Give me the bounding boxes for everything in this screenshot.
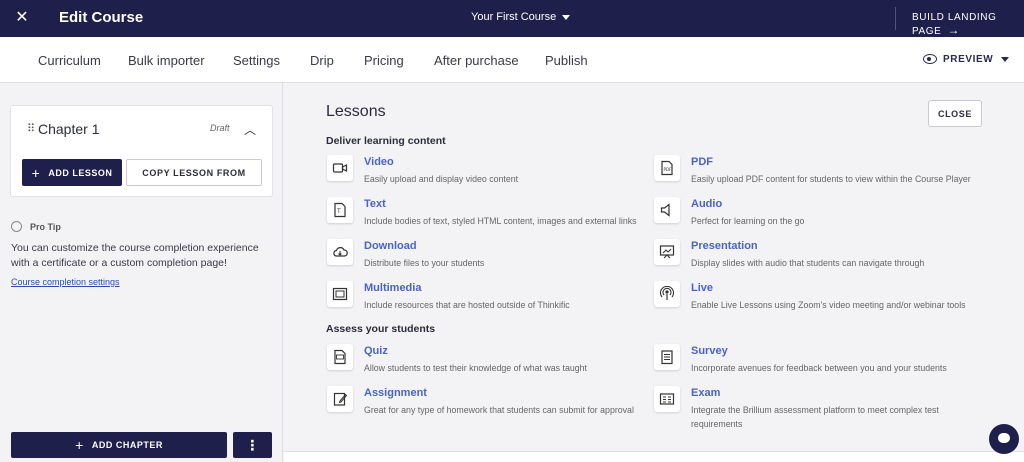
lesson-type-desc: Enable Live Lessons using Zoom's video m… [691, 300, 966, 310]
lesson-type-live[interactable]: Live [691, 282, 713, 294]
close-button[interactable]: CLOSE [928, 100, 982, 127]
svg-text:PDF: PDF [664, 167, 672, 172]
lesson-type-text[interactable]: Text [364, 198, 386, 210]
plus-icon: + [31, 164, 41, 181]
chapter-title[interactable]: Chapter 1 [38, 121, 99, 137]
top-bar: ✕ Edit Course Your First Course BUILD LA… [0, 0, 1024, 37]
lesson-type-desc: Great for any type of homework that stud… [364, 405, 634, 415]
svg-text:T: T [336, 208, 341, 215]
divider [895, 7, 896, 30]
close-label: CLOSE [937, 108, 972, 119]
preview-button[interactable]: PREVIEW [923, 54, 1010, 65]
section-assess-title: Assess your students [326, 323, 436, 335]
download-icon[interactable] [327, 239, 353, 265]
text-icon[interactable]: T [327, 197, 353, 223]
tab-pricing[interactable]: Pricing [364, 53, 404, 68]
footer-strip [284, 451, 1024, 462]
build-landing-page-button[interactable]: BUILD LANDING PAGE → [912, 12, 1024, 37]
video-icon[interactable] [327, 155, 353, 181]
chevron-up-icon[interactable]: ︿ [244, 121, 256, 138]
tab-curriculum[interactable]: Curriculum [38, 53, 101, 68]
lesson-type-video[interactable]: Video [364, 156, 394, 168]
protip-text: You can customize the course completion … [11, 242, 259, 269]
chat-bubble-icon[interactable] [989, 424, 1019, 454]
quiz-icon[interactable] [327, 344, 353, 370]
add-chapter-label: ADD CHAPTER [91, 440, 163, 450]
lesson-type-multimedia[interactable]: Multimedia [364, 282, 421, 294]
copy-lesson-label: COPY LESSON FROM [142, 167, 246, 178]
plus-icon: + [75, 437, 84, 453]
tab-after-purchase[interactable]: After purchase [434, 53, 519, 68]
more-vertical-icon: ⋮ [245, 436, 260, 453]
lesson-type-assignment[interactable]: Assignment [364, 387, 427, 399]
tab-drip[interactable]: Drip [310, 53, 334, 68]
lesson-type-desc: Easily upload PDF content for students t… [691, 174, 971, 184]
lesson-type-survey[interactable]: Survey [691, 345, 728, 357]
lessons-heading: Lessons [326, 103, 386, 120]
course-completion-settings-link[interactable]: Course completion settings [11, 277, 120, 287]
caret-down-icon [1001, 56, 1010, 62]
add-chapter-button[interactable]: + ADD CHAPTER [11, 432, 227, 458]
tab-settings[interactable]: Settings [233, 53, 280, 68]
arrow-right-icon: → [947, 23, 961, 37]
lesson-type-desc: Easily upload and display video content [364, 174, 519, 184]
page-title: Edit Course [59, 9, 144, 26]
copy-lesson-button[interactable]: COPY LESSON FROM [126, 159, 262, 186]
lesson-type-exam[interactable]: Exam [691, 387, 720, 399]
course-nav: Curriculum Bulk importer Settings Drip P… [0, 37, 1024, 83]
lesson-type-desc: Integrate the Brillium assessment platfo… [691, 405, 939, 429]
course-name: Your First Course [471, 11, 557, 23]
lesson-type-desc: Perfect for learning on the go [691, 216, 805, 226]
protip-label: Pro Tip [30, 222, 61, 232]
lesson-type-audio[interactable]: Audio [691, 198, 722, 210]
exam-icon[interactable] [654, 386, 680, 412]
lesson-type-download[interactable]: Download [364, 240, 417, 252]
multimedia-icon[interactable] [327, 281, 353, 307]
chapter-status: Draft [210, 123, 230, 133]
lesson-type-desc: Include resources that are hosted outsid… [364, 300, 570, 310]
tab-bulk-importer[interactable]: Bulk importer [128, 53, 205, 68]
assignment-icon[interactable] [327, 386, 353, 412]
add-lesson-label: ADD LESSON [48, 167, 113, 178]
lightbulb-icon [11, 221, 22, 232]
section-deliver-title: Deliver learning content [326, 135, 446, 147]
drag-handle-icon[interactable]: ⠿ [27, 122, 35, 135]
survey-icon[interactable] [654, 344, 680, 370]
lesson-type-presentation[interactable]: Presentation [691, 240, 758, 252]
lesson-type-desc: Distribute files to your students [364, 258, 485, 268]
audio-icon[interactable] [654, 197, 680, 223]
lesson-type-desc: Display slides with audio that students … [691, 258, 925, 268]
lesson-type-desc: Incorporate avenues for feedback between… [691, 363, 947, 373]
eye-icon [923, 54, 937, 65]
tab-publish[interactable]: Publish [545, 53, 588, 68]
presentation-icon[interactable] [654, 239, 680, 265]
live-icon[interactable] [654, 281, 680, 307]
more-options-button[interactable]: ⋮ [233, 432, 272, 458]
pdf-icon[interactable]: PDF [654, 155, 680, 181]
add-lesson-button[interactable]: + ADD LESSON [22, 159, 122, 186]
lesson-type-pdf[interactable]: PDF [691, 156, 713, 168]
close-icon[interactable]: ✕ [12, 8, 32, 28]
lesson-type-quiz[interactable]: Quiz [364, 345, 388, 357]
preview-label: PREVIEW [943, 54, 994, 65]
chapter-card: ⠿ Chapter 1 Draft ︿ + ADD LESSON COPY LES… [10, 105, 273, 197]
caret-down-icon [562, 14, 571, 20]
lesson-type-desc: Include bodies of text, styled HTML cont… [364, 216, 637, 226]
lesson-type-desc: Allow students to test their knowledge o… [364, 363, 587, 373]
course-selector[interactable]: Your First Course [471, 11, 571, 23]
